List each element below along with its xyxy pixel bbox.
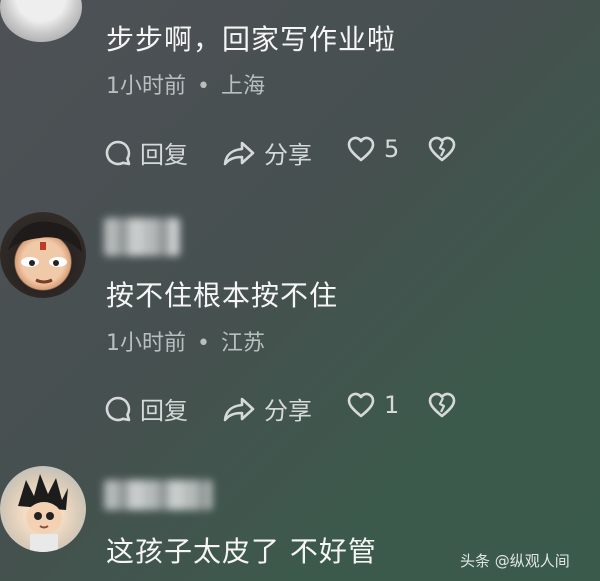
share-button[interactable]: 分享 [222,391,312,426]
comment-time: 1小时前 [106,74,186,99]
dislike-button[interactable] [427,135,457,163]
like-count: 5 [384,135,400,163]
share-label: 分享 [264,397,312,425]
avatar[interactable] [0,466,86,552]
share-arrow-icon [223,141,255,165]
avatar-character-icon [18,474,68,552]
comment-location: 上海 [220,74,265,99]
comment-bubble-icon [105,396,131,421]
reply-button[interactable]: 回复 [104,135,188,170]
reply-button[interactable]: 回复 [104,391,188,426]
comment-text: 这孩子太皮了 不好管 [106,535,377,568]
username-blurred[interactable] [104,218,180,256]
meta-separator: • [197,74,210,99]
comment-bubble-icon [105,140,131,165]
share-arrow-icon [223,397,255,421]
comment-meta: 1小时前 • 江苏 [106,325,265,357]
heart-icon [347,392,375,418]
avatar[interactable] [0,0,82,42]
like-button[interactable]: 1 [346,391,399,419]
comment-text: 步步啊，回家写作业啦 [106,23,397,56]
comment-meta: 1小时前 • 上海 [106,68,265,100]
meta-separator: • [197,331,210,356]
share-label: 分享 [264,141,312,169]
dislike-button[interactable] [427,391,457,419]
reply-label: 回复 [140,397,188,425]
like-button[interactable]: 5 [346,135,399,163]
broken-heart-icon [428,392,456,418]
comment-time: 1小时前 [106,331,186,356]
avatar-face-icon [8,221,82,284]
avatar[interactable] [0,212,86,298]
reply-label: 回复 [140,141,188,169]
like-count: 1 [384,391,400,419]
heart-icon [347,136,375,162]
comment-location: 江苏 [220,331,265,356]
broken-heart-icon [428,136,456,162]
username-blurred[interactable] [104,480,212,510]
share-button[interactable]: 分享 [222,135,312,170]
comment-text: 按不住根本按不住 [106,279,339,312]
watermark: 头条 @纵观人间 [460,552,570,570]
